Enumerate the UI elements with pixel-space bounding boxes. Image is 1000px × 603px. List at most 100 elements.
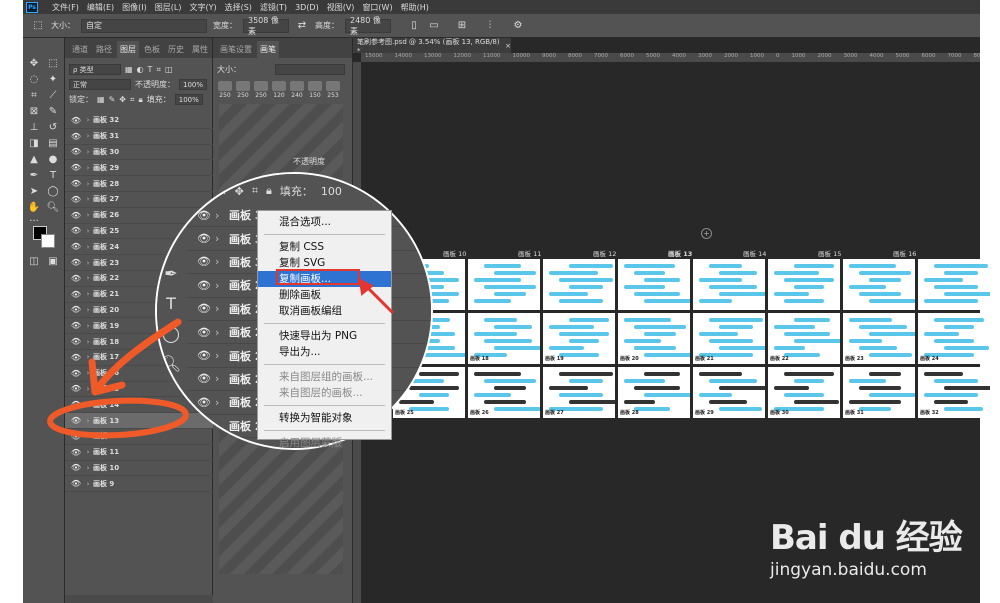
chevron-right-icon[interactable]: › <box>215 349 229 362</box>
lock-all-icon[interactable]: 🔒︎ <box>266 184 272 198</box>
chevron-right-icon[interactable]: › <box>83 417 93 425</box>
artboard-thumbnail[interactable]: 画板 30 <box>768 367 840 418</box>
chevron-right-icon[interactable]: › <box>83 353 93 361</box>
menu-filter[interactable]: 滤镜(T) <box>256 2 291 13</box>
menu-copy-css[interactable]: 复制 CSS <box>258 239 391 255</box>
eye-icon[interactable]: 👁︎ <box>69 321 83 330</box>
eye-icon[interactable]: 👁︎ <box>193 372 215 385</box>
magic-wand-icon[interactable]: ✦ <box>45 72 61 86</box>
height-field[interactable]: 2480 像素 <box>345 16 391 36</box>
shape-tool-icon[interactable]: ◯ <box>162 324 180 343</box>
eye-icon[interactable]: 👁︎ <box>193 349 215 362</box>
eye-icon[interactable]: 👁︎ <box>193 419 215 432</box>
artboard-thumbnail[interactable] <box>543 259 615 310</box>
lock-transparent-icon[interactable]: ▦ <box>97 95 105 104</box>
brush-preset[interactable]: 253 <box>325 81 341 99</box>
layer-item[interactable]: 👁︎ › 画板 9 <box>65 476 213 493</box>
tab-channels[interactable]: 通道 <box>69 41 91 58</box>
lock-pixels-icon[interactable]: ✎ <box>109 95 116 104</box>
artboard-thumbnail[interactable]: 画板 22 <box>768 313 840 364</box>
lock-transparent-icon[interactable]: ▦ <box>199 185 209 198</box>
artboard-thumbnail[interactable] <box>768 259 840 310</box>
marquee-tool-icon[interactable]: ⬚ <box>45 56 61 70</box>
pen-tool-icon[interactable]: ✒ <box>26 168 42 182</box>
tab-brushes[interactable]: 画笔 <box>257 41 279 58</box>
chevron-right-icon[interactable]: › <box>83 259 93 267</box>
artboard-label[interactable]: 画板 15 <box>818 248 841 258</box>
brush-preset[interactable]: 120 <box>271 81 287 99</box>
menu-delete-artboard[interactable]: 删除画板 <box>258 287 391 303</box>
eyedropper-icon[interactable]: ⟋ <box>45 88 61 102</box>
artboard-thumbnail[interactable]: 画板 20 <box>618 313 690 364</box>
landscape-icon[interactable]: ▭ <box>427 19 441 33</box>
gradient-tool-icon[interactable]: ▤ <box>45 136 61 150</box>
artboard-thumbnail[interactable]: 画板 18 <box>468 313 540 364</box>
chevron-right-icon[interactable]: › <box>83 274 93 282</box>
eye-icon[interactable]: 👁︎ <box>69 479 83 488</box>
menu-ungroup-artboard[interactable]: 取消画板编组 <box>258 303 391 319</box>
chevron-right-icon[interactable]: › <box>215 396 229 409</box>
eye-icon[interactable]: 👁︎ <box>69 305 83 314</box>
tab-properties[interactable]: 属性 <box>189 41 211 58</box>
eye-icon[interactable]: 👁︎ <box>69 432 83 441</box>
artboard-label-selected[interactable]: 画板 13 <box>668 248 692 258</box>
eye-icon[interactable]: 👁︎ <box>69 369 83 378</box>
eyedropper-icon[interactable]: ⟋ <box>163 233 179 252</box>
chevron-right-icon[interactable]: › <box>83 132 93 140</box>
screen-mode-icon[interactable]: ▣ <box>45 254 61 268</box>
chevron-right-icon[interactable]: › <box>215 372 229 385</box>
artboard-thumbnail[interactable]: 画板 27 <box>543 367 615 418</box>
eye-icon[interactable]: 👁︎ <box>69 195 83 204</box>
hand-tool-icon[interactable]: ✋ <box>26 200 42 214</box>
path-select-icon[interactable]: ➤ <box>26 184 42 198</box>
eye-icon[interactable]: 👁︎ <box>69 384 83 393</box>
artboard-thumbnail[interactable]: 画板 21 <box>693 313 765 364</box>
lock-position-icon[interactable]: ✥ <box>119 95 126 104</box>
menu-view[interactable]: 视图(V) <box>323 2 359 13</box>
gear-icon[interactable]: ⚙ <box>511 19 525 33</box>
lasso-tool-icon[interactable]: ◌ <box>26 72 42 86</box>
eye-icon[interactable]: 👁︎ <box>69 448 83 457</box>
chevron-right-icon[interactable]: › <box>83 243 93 251</box>
chevron-right-icon[interactable]: › <box>83 195 93 203</box>
chevron-right-icon[interactable]: › <box>83 148 93 156</box>
eye-icon[interactable]: 👁︎ <box>69 416 83 425</box>
swap-dimensions-icon[interactable]: ⇄ <box>295 19 309 33</box>
chevron-right-icon[interactable]: › <box>83 401 93 409</box>
lock-artboard-icon[interactable]: ⌗ <box>130 95 135 105</box>
eye-icon[interactable]: 👁︎ <box>69 179 83 188</box>
eye-icon[interactable]: 👁︎ <box>69 463 83 472</box>
artboard-tool-icon[interactable]: ⬚ <box>31 19 45 33</box>
artboard-thumbnail[interactable]: 画板 24 <box>918 313 990 364</box>
artboard-label[interactable]: 画板 14 <box>743 248 766 258</box>
add-artboard-icon[interactable]: + <box>701 228 712 239</box>
chevron-right-icon[interactable]: › <box>83 211 93 219</box>
layer-item[interactable]: 👁︎ › 画板 32 <box>65 113 213 129</box>
tab-history[interactable]: 历史 <box>165 41 187 58</box>
eye-icon[interactable]: 👁︎ <box>69 274 83 283</box>
fill-field[interactable]: 100 <box>321 185 342 198</box>
zoom-tool-icon[interactable]: 🔍︎ <box>161 354 181 373</box>
chevron-right-icon[interactable]: › <box>83 369 93 377</box>
zoom-tool-icon[interactable]: 🔍︎ <box>45 200 61 214</box>
menu-3d[interactable]: 3D(D) <box>291 3 323 12</box>
filter-shape-icon[interactable]: ⌗ <box>156 65 161 75</box>
eye-icon[interactable]: 👁︎ <box>69 147 83 156</box>
pen-tool-icon[interactable]: ✒ <box>163 264 179 283</box>
eye-icon[interactable]: 👁︎ <box>193 255 215 268</box>
quick-mask-icon[interactable]: ◫ <box>26 254 42 268</box>
eraser-tool-icon[interactable]: ◨ <box>26 136 42 150</box>
lock-all-icon[interactable]: 🔒︎ <box>138 95 142 105</box>
eye-icon[interactable]: 👁︎ <box>69 132 83 141</box>
type-tool-icon[interactable]: T <box>45 168 61 182</box>
chevron-right-icon[interactable]: › <box>83 338 93 346</box>
chevron-right-icon[interactable]: › <box>215 255 229 268</box>
artboard-thumbnail[interactable]: 画板 19 <box>543 313 615 364</box>
artboard-thumbnail[interactable]: 画板 31 <box>843 367 915 418</box>
artboard-thumbnail[interactable] <box>618 259 690 310</box>
brush-preset[interactable]: 240 <box>289 81 305 99</box>
artboard-thumbnail[interactable] <box>468 259 540 310</box>
chevron-right-icon[interactable]: › <box>215 279 229 292</box>
shape-tool-icon[interactable]: ◯ <box>45 184 61 198</box>
size-preset-select[interactable]: 自定 <box>81 18 207 33</box>
